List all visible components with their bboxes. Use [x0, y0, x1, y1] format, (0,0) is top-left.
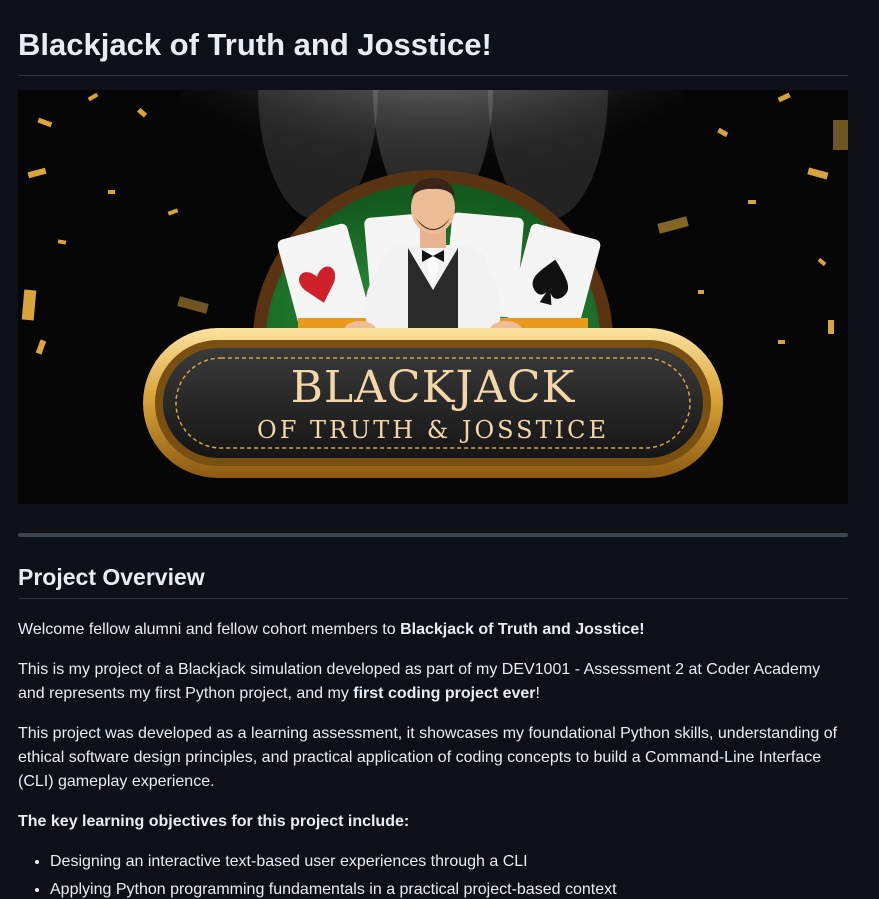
section-heading-overview: Project Overview — [18, 562, 848, 599]
objectives-heading: The key learning objectives for this pro… — [18, 810, 848, 834]
p2-bold: first coding project ever — [353, 685, 536, 702]
overview-paragraph-3: This project was developed as a learning… — [18, 725, 838, 790]
overview-body: Welcome fellow alumni and fellow cohort … — [18, 618, 848, 899]
p1-bold: Blackjack of Truth and Josstice! — [400, 621, 645, 638]
page-title: Blackjack of Truth and Josstice! — [18, 0, 848, 76]
p2-suffix: ! — [535, 685, 540, 702]
banner-logo-line2: OF TRUTH & JOSSTICE — [257, 416, 609, 444]
p1-text: Welcome fellow alumni and fellow cohort … — [18, 621, 401, 638]
objectives-list: Designing an interactive text-based user… — [18, 850, 848, 899]
overview-paragraph-2: This is my project of a Blackjack simula… — [18, 658, 848, 706]
banner-logo-line1: BLACKJACK — [291, 362, 576, 413]
banner-image: BLACKJACK OF TRUTH & JOSSTICE — [18, 90, 848, 504]
readme-content: Blackjack of Truth and Josstice! BLACKJA… — [18, 0, 848, 898]
objectives-heading-text: The key learning objectives for this pro… — [18, 813, 410, 830]
list-item: Designing an interactive text-based user… — [50, 850, 848, 874]
overview-paragraph-1: Welcome fellow alumni and fellow cohort … — [18, 618, 848, 642]
horizontal-rule — [18, 533, 848, 537]
list-item: Applying Python programming fundamentals… — [50, 878, 848, 899]
